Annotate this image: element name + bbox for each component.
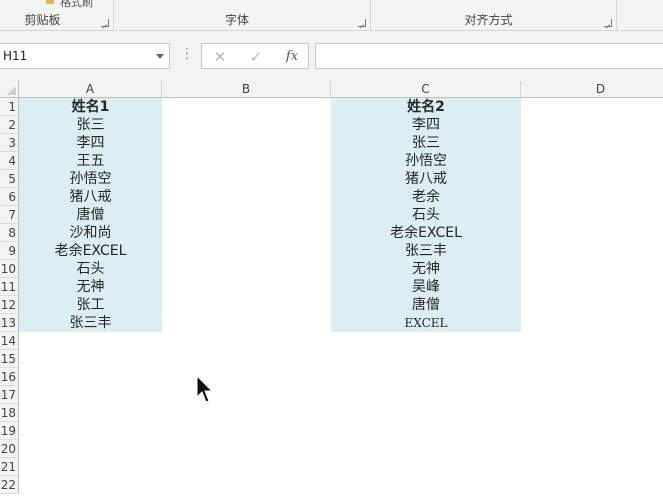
formula-input[interactable] — [315, 43, 663, 69]
row-header-22[interactable]: 22 — [0, 476, 19, 494]
chevron-down-icon[interactable] — [156, 54, 164, 59]
column-c-cell[interactable]: 唐僧 — [331, 296, 521, 314]
column-c-cell[interactable]: 石头 — [331, 206, 521, 224]
column-c-cell[interactable]: 孙悟空 — [331, 152, 521, 170]
formula-bar: H11 ⋮ ✕ ✓ fx — [0, 31, 663, 81]
column-c-cell[interactable]: 张三丰 — [331, 242, 521, 260]
column-c-cell[interactable]: 吴峰 — [331, 278, 521, 296]
column-c-cell[interactable]: 猪八戒 — [331, 170, 521, 188]
column-a-cell[interactable]: 张三 — [19, 116, 162, 134]
row-header-21[interactable]: 21 — [0, 458, 19, 476]
font-group: 字体 — [114, 0, 371, 31]
column-a-cell[interactable]: 孙悟空 — [19, 170, 162, 188]
column-c-cell[interactable]: EXCEL — [331, 314, 521, 332]
column-c-cell[interactable]: 老余EXCEL — [331, 224, 521, 242]
row-header-14[interactable]: 14 — [0, 332, 19, 350]
cancel-icon[interactable]: ✕ — [208, 47, 232, 67]
ribbon-group-strip: 格式刷 剪贴板 字体 对齐方式 — [0, 0, 663, 31]
row-header-11[interactable]: 11 — [0, 278, 19, 296]
alignment-group: 对齐方式 — [371, 0, 617, 31]
column-c-cell[interactable]: 无神 — [331, 260, 521, 278]
row-header-7[interactable]: 7 — [0, 206, 19, 224]
column-header-b[interactable]: B — [162, 81, 331, 98]
row-header-4[interactable]: 4 — [0, 152, 19, 170]
column-header-a[interactable]: A — [19, 81, 162, 98]
name-box-value: H11 — [3, 49, 28, 63]
column-header-c[interactable]: C — [331, 81, 521, 98]
row-header-10[interactable]: 10 — [0, 260, 19, 278]
column-a-cell[interactable]: 猪八戒 — [19, 188, 162, 206]
row-header-2[interactable]: 2 — [0, 116, 19, 134]
row-header-18[interactable]: 18 — [0, 404, 19, 422]
name-box[interactable]: H11 — [0, 43, 170, 69]
row-header-20[interactable]: 20 — [0, 440, 19, 458]
column-a-header-cell[interactable]: 姓名1 — [19, 98, 162, 116]
row-header-12[interactable]: 12 — [0, 296, 19, 314]
row-header-9[interactable]: 9 — [0, 242, 19, 260]
formula-buttons: ✕ ✓ fx — [201, 43, 309, 69]
column-a-cell[interactable]: 无神 — [19, 278, 162, 296]
insert-function-icon[interactable]: fx — [280, 47, 304, 67]
column-c-cell[interactable]: 李四 — [331, 116, 521, 134]
alignment-group-label: 对齐方式 — [464, 13, 513, 27]
check-icon[interactable]: ✓ — [244, 47, 268, 67]
formula-bar-resize-handle[interactable]: ⋮ — [180, 46, 194, 62]
column-a-cell[interactable]: 石头 — [19, 260, 162, 278]
font-group-label: 字体 — [224, 13, 249, 27]
row-header-19[interactable]: 19 — [0, 422, 19, 440]
clipboard-group: 剪贴板 — [0, 0, 114, 31]
row-header-15[interactable]: 15 — [0, 350, 19, 368]
row-header-3[interactable]: 3 — [0, 134, 19, 152]
column-a-cell[interactable]: 老余EXCEL — [19, 242, 162, 260]
row-header-6[interactable]: 6 — [0, 188, 19, 206]
alignment-dialog-launcher-icon[interactable] — [604, 19, 612, 27]
column-c-header-cell[interactable]: 姓名2 — [331, 98, 521, 116]
column-a-cell[interactable]: 张工 — [19, 296, 162, 314]
column-a-cell[interactable]: 张三丰 — [19, 314, 162, 332]
mouse-pointer-icon — [196, 375, 214, 403]
row-header-1[interactable]: 1 — [0, 98, 19, 116]
select-all-button[interactable] — [0, 81, 19, 98]
row-header-8[interactable]: 8 — [0, 224, 19, 242]
column-a-cell[interactable]: 王五 — [19, 152, 162, 170]
column-a-cell[interactable]: 李四 — [19, 134, 162, 152]
column-a-cell[interactable]: 沙和尚 — [19, 224, 162, 242]
row-header-17[interactable]: 17 — [0, 386, 19, 404]
clipboard-group-label: 剪贴板 — [24, 13, 61, 27]
column-header-d[interactable]: D — [521, 81, 663, 98]
row-header-5[interactable]: 5 — [0, 170, 19, 188]
column-c-cell[interactable]: 张三 — [331, 134, 521, 152]
row-header-16[interactable]: 16 — [0, 368, 19, 386]
column-a-cell[interactable]: 唐僧 — [19, 206, 162, 224]
worksheet-grid[interactable]: A B C D 1 2 3 4 5 6 7 8 9 10 11 12 13 14 15 16 17 18 19 20 21 22 姓… — [0, 81, 663, 496]
row-header-13[interactable]: 13 — [0, 314, 19, 332]
column-c-cell[interactable]: 老余 — [331, 188, 521, 206]
